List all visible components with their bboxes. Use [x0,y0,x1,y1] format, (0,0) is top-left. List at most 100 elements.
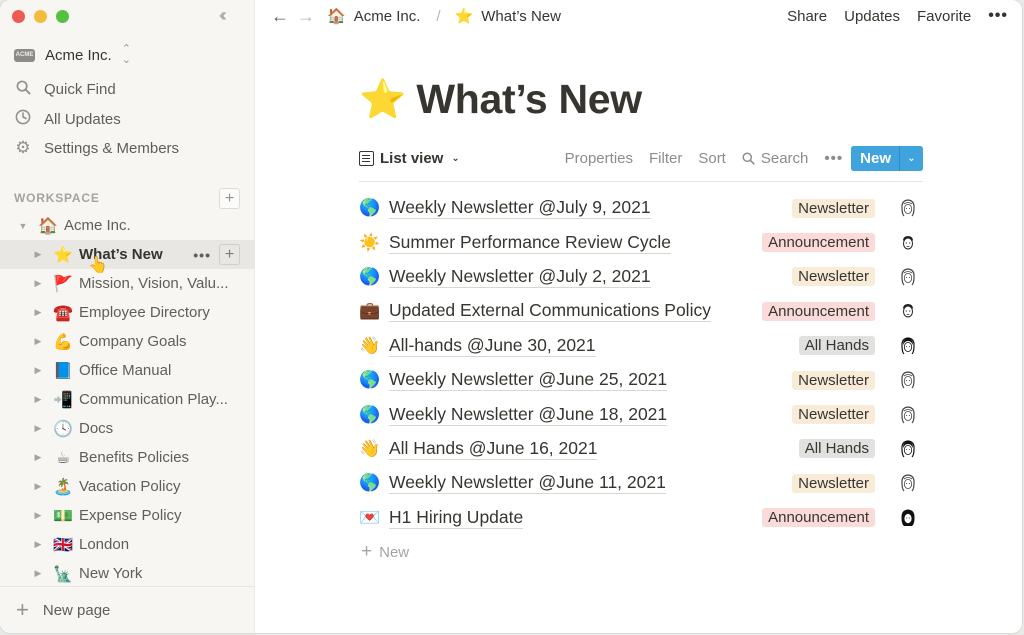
page-title[interactable]: What’s New [416,76,642,123]
minimize-window-button[interactable] [34,10,47,23]
triangle-down-icon[interactable]: ▼ [17,221,29,231]
sidebar-page-item[interactable]: ▶ 💪 Company Goals [0,327,255,356]
sidebar-page-item[interactable]: ▶ ☕ Benefits Policies [0,443,255,472]
sidebar-page-item[interactable]: ▶ 💵 Expense Policy [0,501,255,530]
filter-button[interactable]: Filter [649,150,682,167]
item-emoji-icon: 👋 [359,438,381,458]
item-emoji-icon: 🌎 [359,198,381,218]
triangle-right-icon[interactable]: ▶ [32,423,44,434]
list-item[interactable]: ☀️ Summer Performance Review Cycle Announc… [359,225,923,259]
breadcrumb-item-whats-new[interactable]: ⭐ What’s New [455,7,561,26]
favorite-button[interactable]: Favorite [917,8,971,25]
triangle-right-icon[interactable]: ▶ [32,481,44,492]
back-arrow-icon[interactable]: ← [271,6,289,27]
page-label: Vacation Policy [79,478,181,495]
page-emoji-icon: 🇬🇧 [53,536,73,554]
forward-arrow-icon[interactable]: → [297,6,315,27]
item-title[interactable]: Weekly Newsletter @June 25, 2021 [389,369,668,392]
workspace-switcher[interactable]: ACME Acme Inc. ⌃ ⌄ [14,44,131,66]
triangle-right-icon[interactable]: ▶ [32,336,44,347]
category-tag: All Hands [798,439,875,459]
search-button[interactable]: Search [742,149,809,167]
collapse-sidebar-icon[interactable]: ‹‹ [219,5,227,26]
list-item[interactable]: 💼 Updated External Communications Policy A… [359,294,923,328]
sidebar-page-item[interactable]: ▶ 🚩 Mission, Vision, Valu... [0,269,255,298]
sidebar-page-item[interactable]: ▶ 📲 Communication Play... [0,385,255,414]
author-avatar[interactable] [897,231,919,254]
view-switcher[interactable]: List view ⌄ [359,150,460,167]
sidebar-page-item[interactable]: ▶ 🏝️ Vacation Policy [0,472,255,501]
author-avatar[interactable] [897,369,919,392]
list-item[interactable]: 💌 H1 Hiring Update Announcement [359,501,923,535]
triangle-right-icon[interactable]: ▶ [32,452,44,463]
share-button[interactable]: Share [787,8,827,25]
triangle-right-icon[interactable]: ▶ [32,510,44,521]
sidebar-page-item[interactable]: ▶ 📘 Office Manual [0,356,255,385]
author-avatar[interactable] [897,403,919,426]
item-title[interactable]: Summer Performance Review Cycle [389,232,672,254]
list-item[interactable]: 🌎 Weekly Newsletter @June 25, 2021 Newslet… [359,363,923,397]
add-new-item-button[interactable]: + New [361,541,409,563]
sidebar-page-item[interactable]: ▶ 🗽 New York [0,559,255,588]
page-emoji-icon: 🏝️ [53,478,73,496]
list-item[interactable]: 🌎 Weekly Newsletter @July 2, 2021 Newslett… [359,260,923,294]
triangle-right-icon[interactable]: ▶ [32,539,44,550]
list-item[interactable]: 🌎 Weekly Newsletter @June 11, 2021 Newslet… [359,466,923,500]
sidebar-page-item[interactable]: ▶ 🇬🇧 London [0,530,255,559]
list-item[interactable]: 👋 All Hands @June 16, 2021 All Hands [359,432,923,466]
add-subpage-button[interactable]: + [219,244,240,265]
new-button[interactable]: New [851,145,899,171]
author-avatar[interactable] [897,265,919,288]
new-page-button[interactable]: + New page [0,586,255,633]
breadcrumb-item-acme[interactable]: 🏠 Acme Inc. [327,7,421,26]
author-avatar[interactable] [897,197,919,220]
new-dropdown-chevron-icon[interactable]: ⌄ [899,145,923,171]
item-title[interactable]: Weekly Newsletter @July 2, 2021 [389,266,651,288]
list-item[interactable]: 🌎 Weekly Newsletter @June 18, 2021 Newslet… [359,397,923,431]
item-title[interactable]: All Hands @June 16, 2021 [389,438,598,460]
category-tag: Newsletter [792,473,875,493]
maximize-window-button[interactable] [56,10,69,23]
sidebar-page-item[interactable]: ▼ 🏠 Acme Inc. [0,211,255,240]
sidebar-page-item[interactable]: ▶ ⭐ What’s New ••• + 👆 [0,240,255,274]
sidebar-page-item[interactable]: ▶ ☎️ Employee Directory [0,298,255,327]
item-title[interactable]: Weekly Newsletter @June 18, 2021 [389,404,668,426]
properties-button[interactable]: Properties [565,150,633,167]
updates-button[interactable]: Updates [844,8,900,25]
triangle-right-icon[interactable]: ▶ [32,365,44,376]
page-emoji-icon: ☎️ [53,304,73,322]
list-item[interactable]: 👋 All-hands @June 30, 2021 All Hands [359,329,923,363]
more-options-icon[interactable]: ••• [824,150,843,167]
toolbar-divider [359,181,923,182]
breadcrumb-label: Acme Inc. [353,7,421,25]
sort-button[interactable]: Sort [698,150,726,167]
more-options-icon[interactable]: ••• [193,247,211,263]
sidebar-item-all-updates[interactable]: All Updates [14,109,121,129]
author-avatar[interactable] [897,334,919,357]
more-options-icon[interactable]: ••• [988,7,1008,25]
item-title[interactable]: Updated External Communications Policy [389,300,711,323]
triangle-right-icon[interactable]: ▶ [32,278,44,289]
item-title[interactable]: Weekly Newsletter @July 9, 2021 [389,197,651,220]
item-title[interactable]: All-hands @June 30, 2021 [389,335,596,357]
triangle-right-icon[interactable]: ▶ [32,568,44,579]
star-icon[interactable]: ⭐ [359,78,406,122]
sidebar-page-item[interactable]: ▶ 🕓 Docs [0,414,255,443]
page-label: Mission, Vision, Valu... [79,275,229,292]
sidebar-item-settings[interactable]: ⚙ Settings & Members [14,138,179,158]
author-avatar[interactable] [897,472,919,495]
category-tag: Newsletter [792,198,875,218]
sidebar-item-quick-find[interactable]: Quick Find [14,80,116,99]
item-title[interactable]: Weekly Newsletter @June 11, 2021 [389,472,666,495]
search-label: Search [760,149,809,167]
author-avatar[interactable] [897,300,919,323]
list-item[interactable]: 🌎 Weekly Newsletter @July 9, 2021 Newslett… [359,191,923,225]
add-workspace-page-button[interactable]: + [219,188,240,209]
author-avatar[interactable] [897,437,919,460]
close-window-button[interactable] [12,10,25,23]
triangle-right-icon[interactable]: ▶ [32,394,44,405]
triangle-right-icon[interactable]: ▶ [32,249,44,260]
triangle-right-icon[interactable]: ▶ [32,307,44,318]
author-avatar[interactable] [897,506,919,529]
item-title[interactable]: H1 Hiring Update [389,507,524,529]
